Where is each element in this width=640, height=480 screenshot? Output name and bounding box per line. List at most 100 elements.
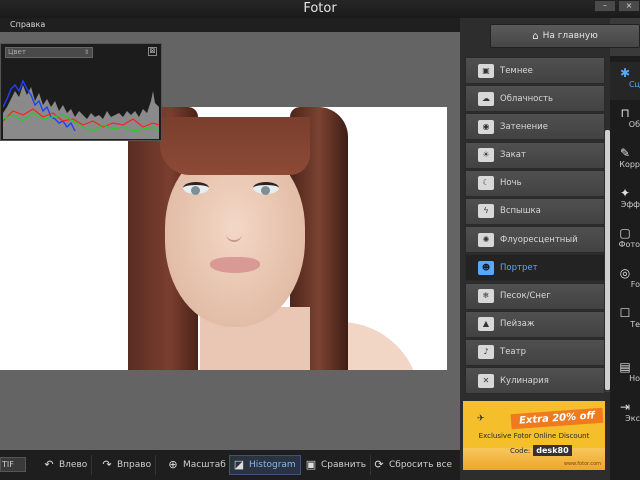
photo-eye-left: [183, 182, 209, 195]
theater-icon: ♪: [478, 345, 494, 360]
photo-nose: [226, 202, 242, 242]
banner-code-label: Code:: [510, 446, 531, 455]
nav-label: Экс: [625, 414, 640, 423]
discount-banner[interactable]: ✈ Extra 20% off Exclusive Fotor Online D…: [463, 401, 605, 470]
focus-icon: ◎: [619, 266, 631, 280]
histogram-icon: ◪: [233, 458, 245, 471]
rotate-left-icon: ↶: [44, 458, 54, 471]
nav-focus[interactable]: ◎ Fo: [610, 262, 640, 300]
nav-new[interactable]: ▤ Но: [610, 356, 640, 394]
moon-icon: ☾: [478, 176, 494, 191]
new-icon: ▤: [619, 360, 631, 374]
scene-label: Темнее: [500, 65, 533, 76]
scene-item-fluorescent[interactable]: ✺ Флуоресцентный: [465, 226, 605, 254]
rotate-right-button[interactable]: ↷ Вправо: [100, 455, 157, 475]
nav-label: Фото: [618, 240, 640, 249]
portrait-photo[interactable]: [0, 107, 447, 370]
frame-icon: ▢: [619, 226, 631, 240]
photo-eye-right: [253, 182, 279, 195]
scene-item-darker[interactable]: ▣ Темнее: [465, 57, 605, 84]
landscape-icon: ▲: [478, 317, 494, 332]
snow-icon: ❄: [478, 289, 494, 303]
fotor-window: Fotor – × Справка Цвет ⇕ ⊠ TIF ↶ Влево ↷…: [0, 0, 640, 480]
nav-label: Эфф: [620, 200, 640, 209]
text-icon: ☐: [619, 306, 631, 320]
nav-export[interactable]: ⇥ Экс: [610, 396, 640, 434]
rotate-right-icon: ↷: [102, 458, 112, 471]
adjust-icon: ✎: [619, 146, 631, 160]
nav-adjust[interactable]: ✎ Корр: [610, 142, 640, 180]
zoom-button[interactable]: ⊕ Масштаб: [166, 455, 231, 475]
photo-lips: [210, 257, 260, 273]
crop-icon: ⊓: [620, 106, 630, 120]
scene-item-cloudy[interactable]: ☁ Облачность: [465, 85, 605, 113]
scene-item-night[interactable]: ☾ Ночь: [465, 169, 605, 197]
cooking-icon: ✕: [478, 373, 494, 388]
nav-text[interactable]: ☐ Те: [610, 302, 640, 340]
close-button[interactable]: ×: [618, 0, 640, 12]
scene-label: Кулинария: [500, 375, 549, 386]
chevron-down-icon: ⇕: [83, 49, 89, 56]
nav-effects[interactable]: ✦ Эфф: [610, 182, 640, 220]
banner-headline: Extra 20% off: [510, 407, 604, 430]
nav-label: Корр: [619, 160, 640, 169]
title-bar: Fotor – ×: [0, 0, 640, 18]
reset-all-button[interactable]: ⟳ Сбросить все: [372, 455, 456, 475]
scene-label: Флуоресцентный: [500, 234, 578, 245]
format-select[interactable]: TIF: [0, 457, 26, 472]
scene-item-landscape[interactable]: ▲ Пейзаж: [465, 310, 605, 338]
scene-label: Вспышка: [500, 206, 541, 217]
home-button[interactable]: ⌂ На главную: [490, 24, 640, 48]
photo-bangs: [160, 117, 310, 175]
home-button-label: На главную: [542, 31, 598, 41]
scene-list: ▣ Темнее ☁ Облачность ◉ Затенение ☀ Закат ☾ Н…: [465, 57, 605, 395]
scene-label: Театр: [500, 347, 526, 358]
compare-button[interactable]: ▣ Сравнить: [304, 455, 372, 475]
compare-icon: ▣: [305, 458, 317, 471]
rotate-right-label: Вправо: [117, 460, 152, 470]
rotate-left-button[interactable]: ↶ Влево: [42, 455, 93, 475]
reset-all-label: Сбросить все: [389, 460, 453, 470]
side-nav: ✱ Сц ⊓ Об ✎ Корр ✦ Эфф ▢ Фото ◎ Fo ☐ Те ▤ Но ⇥ Эк…: [610, 56, 640, 480]
scene-label: Затенение: [500, 121, 548, 132]
nav-label: Те: [630, 320, 640, 329]
scene-item-shade[interactable]: ◉ Затенение: [465, 113, 605, 141]
reset-icon: ⟳: [374, 458, 384, 471]
darker-icon: ▣: [478, 63, 494, 78]
scene-item-theater[interactable]: ♪ Театр: [465, 338, 605, 366]
shade-icon: ◉: [478, 119, 494, 134]
compare-label: Сравнить: [321, 460, 367, 470]
histogram-button[interactable]: ◪ Histogram: [229, 455, 301, 475]
home-icon: ⌂: [532, 30, 539, 42]
nav-scenes[interactable]: ✱ Сц: [610, 62, 640, 100]
sunset-icon: ☀: [478, 148, 494, 163]
scene-label: Пейзаж: [500, 319, 535, 330]
effects-icon: ✦: [619, 186, 631, 200]
menu-help[interactable]: Справка: [10, 19, 45, 31]
nav-label: Сц: [628, 80, 640, 89]
banner-subline: Exclusive Fotor Online Discount: [478, 432, 590, 440]
histogram-channel-select[interactable]: Цвет ⇕: [5, 47, 93, 58]
export-icon: ⇥: [619, 400, 631, 414]
histogram-graph: [3, 79, 159, 139]
bottom-toolbar: TIF ↶ Влево ↷ Вправо ⊕ Масштаб ◪ Histogr…: [0, 450, 460, 480]
nav-crop[interactable]: ⊓ Об: [610, 102, 640, 140]
nav-label: Об: [628, 120, 640, 129]
scene-item-portrait[interactable]: ☻ Портрет: [465, 254, 605, 282]
window-controls: – ×: [592, 0, 640, 14]
scene-item-sunset[interactable]: ☀ Закат: [465, 141, 605, 169]
scene-label: Облачность: [500, 93, 553, 104]
window-title: Fotor: [303, 1, 337, 16]
nav-label: Fo: [630, 280, 640, 289]
minimize-button[interactable]: –: [594, 0, 616, 12]
nav-frames[interactable]: ▢ Фото: [610, 222, 640, 260]
histogram-channel-value: Цвет: [8, 48, 26, 56]
banner-code-value: desk80: [533, 445, 572, 456]
histogram-close-icon[interactable]: ⊠: [148, 47, 157, 56]
scene-label: Песок/Снег: [500, 291, 551, 301]
fluorescent-icon: ✺: [478, 232, 494, 247]
cloud-icon: ☁: [478, 91, 494, 106]
scene-item-cooking[interactable]: ✕ Кулинария: [465, 367, 605, 395]
scene-item-sand-snow[interactable]: ❄ Песок/Снег: [465, 282, 605, 310]
scene-item-flash[interactable]: ϟ Вспышка: [465, 197, 605, 225]
